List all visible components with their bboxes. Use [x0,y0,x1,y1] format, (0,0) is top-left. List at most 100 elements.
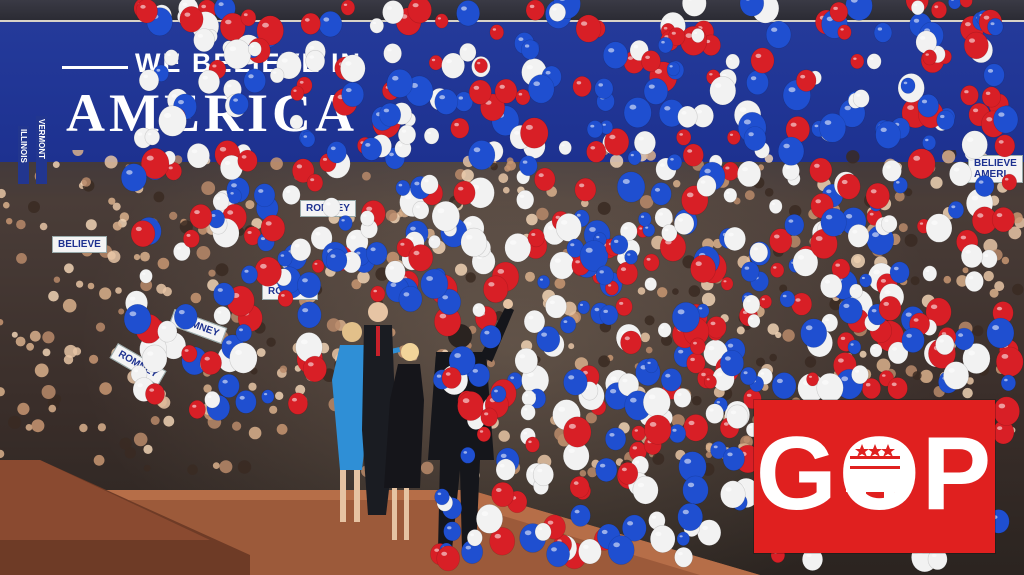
balloon [420,174,439,195]
balloon [637,211,652,227]
balloon-highlight [886,165,891,169]
balloon-highlight [639,227,643,230]
balloon-highlight [896,181,900,184]
balloon [325,248,348,273]
balloon-highlight [761,298,765,301]
balloon-highlight [226,340,232,345]
balloon-highlight [519,194,525,198]
balloon-highlight [363,214,367,217]
balloon [572,76,592,98]
balloon-highlight [632,446,637,450]
balloon [537,274,551,290]
balloon [949,161,972,187]
balloon-highlight [841,179,848,185]
balloon-highlight [454,353,461,358]
balloon [935,334,955,356]
balloon-highlight [748,132,754,137]
balloon-highlight [441,551,448,556]
balloon-highlight [265,221,272,226]
balloon-highlight [833,6,838,10]
balloon-highlight [621,467,627,472]
balloon-highlight [585,247,593,253]
balloon-highlight [824,318,829,322]
balloon-highlight [723,280,727,283]
balloon [198,69,221,94]
balloon-highlight [496,488,502,492]
balloon-highlight [436,374,442,378]
balloon [575,14,602,43]
balloon-highlight [524,394,529,397]
balloon-highlight [599,463,606,468]
balloon [341,81,365,108]
balloon-highlight [426,276,433,281]
balloon [936,109,955,131]
balloon-highlight [660,326,664,329]
balloon-highlight [771,202,776,205]
balloon-highlight [427,131,431,135]
balloon [960,85,979,106]
balloon [366,241,388,266]
balloon [907,148,936,180]
balloon-highlight [389,266,395,270]
balloon-highlight [178,310,185,315]
balloon [964,270,984,292]
balloon-highlight [627,253,631,256]
balloon-highlight [484,330,490,335]
balloon-highlight [877,27,883,31]
balloon-highlight [700,180,706,184]
balloon-highlight [497,269,505,274]
balloon [515,88,531,106]
balloon-highlight [677,392,682,396]
balloon-highlight [880,127,887,132]
balloon [287,392,309,415]
balloon-highlight [322,157,328,161]
balloon-highlight [795,298,801,302]
balloon-highlight [186,233,191,237]
balloon-highlight [997,426,1003,430]
balloon [644,414,672,445]
balloon [660,368,683,392]
balloon [703,374,717,389]
balloon [859,273,872,288]
balloon [189,204,213,230]
balloon [986,317,1015,349]
balloon-highlight [129,311,137,317]
balloon [555,213,582,242]
balloon-highlight [844,105,851,111]
balloon-highlight [903,81,908,85]
balloon [743,126,767,152]
balloon [686,352,706,374]
balloon-highlight [609,134,616,140]
balloon-highlight [665,18,672,24]
balloon-highlight [687,482,695,488]
balloon [523,309,546,334]
balloon [720,480,746,509]
balloon-highlight [701,372,706,377]
balloon [260,214,286,242]
balloon-highlight [609,433,615,437]
balloon-highlight [824,279,831,284]
balloon [468,140,496,171]
balloon [666,61,681,77]
balloon-highlight [171,94,177,98]
balloon-highlight [973,108,979,113]
balloon [254,256,282,287]
balloon-highlight [528,315,534,320]
balloon-highlight [292,397,297,402]
balloon-highlight [891,382,897,387]
balloon-highlight [815,199,821,204]
balloon-highlight [921,99,928,104]
balloon [676,531,690,546]
balloon [959,0,973,8]
balloon [816,372,844,403]
balloon [722,446,745,471]
balloon [453,180,476,206]
balloon-highlight [624,336,630,341]
balloon-highlight [260,263,267,269]
balloon-highlight [861,276,865,280]
balloon-highlight [575,260,580,264]
balloon [943,361,970,390]
balloon [849,283,863,299]
balloon [302,355,327,383]
balloon [740,366,757,386]
